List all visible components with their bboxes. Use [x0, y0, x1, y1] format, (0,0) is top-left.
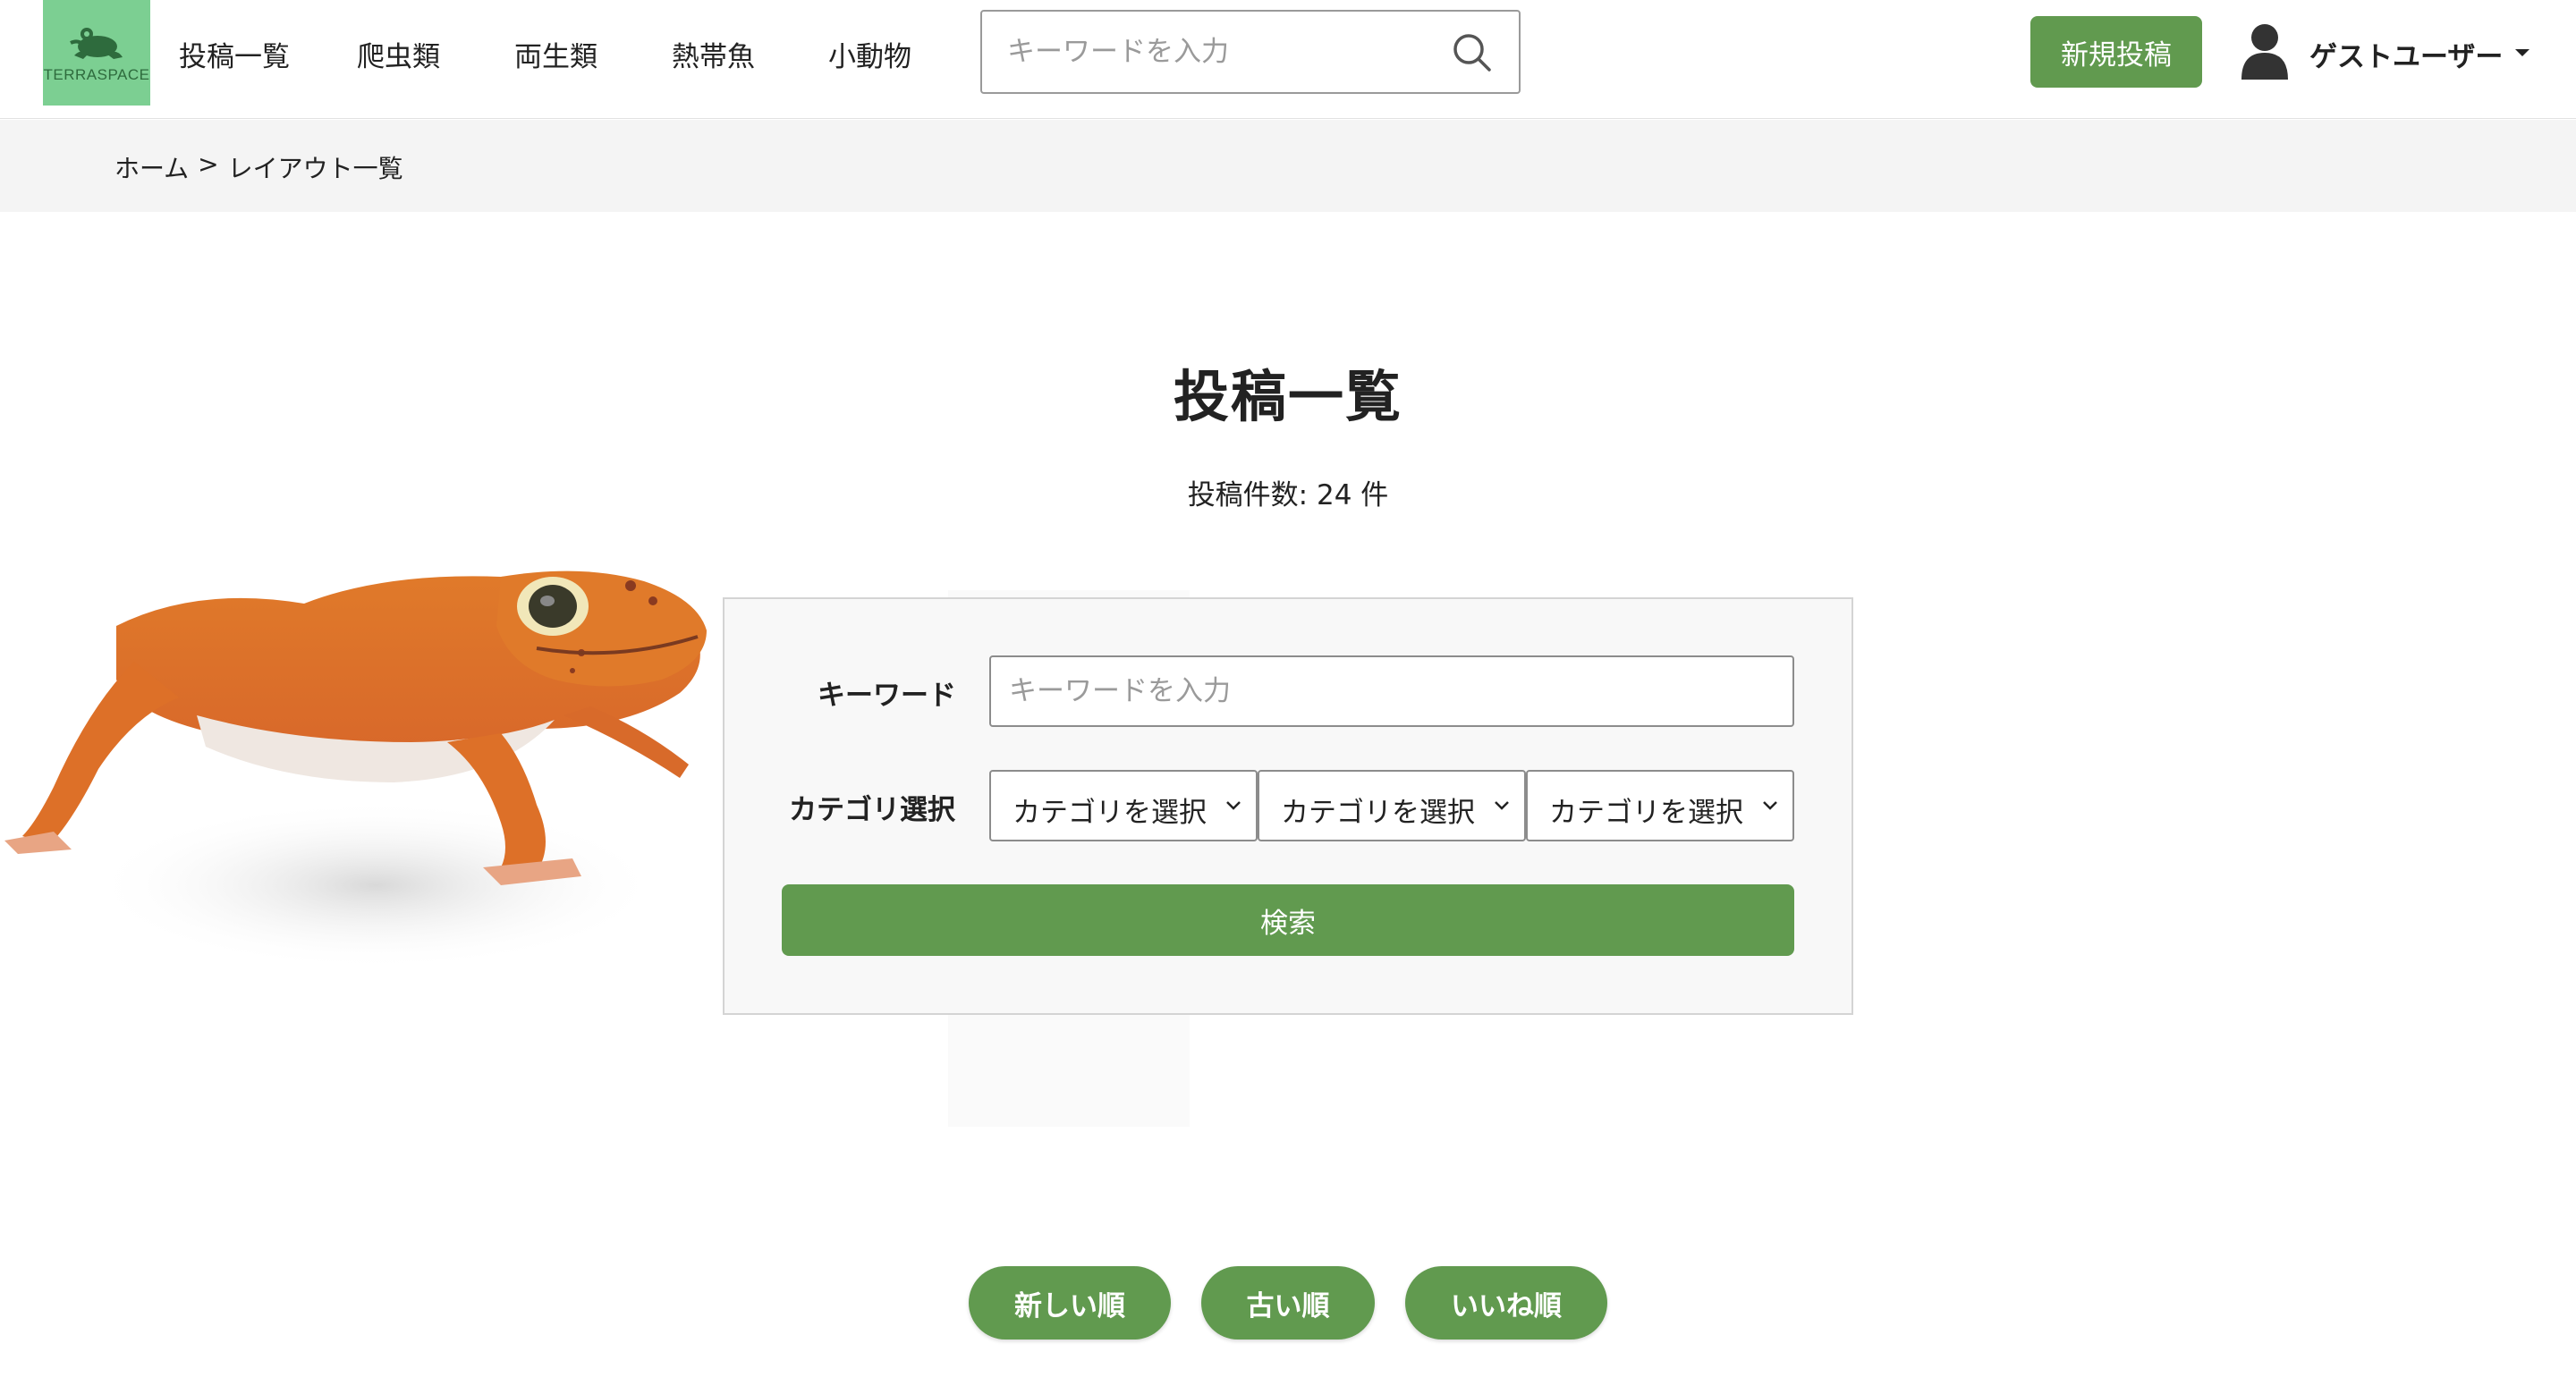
category-select-1-value: カテゴリを選択: [1013, 797, 1207, 829]
chevron-down-icon: [1763, 801, 1777, 810]
logo-text: TERRASPACE: [43, 66, 150, 83]
page-title: 投稿一覧: [1173, 364, 1402, 429]
site-header: TERRASPACE 投稿一覧 爬虫類 両生類 熱帯魚 小動物 新規投稿 ゲスト…: [0, 0, 2576, 119]
nav-item-reptiles[interactable]: 爬虫類: [357, 34, 440, 74]
keyword-label: キーワード: [818, 680, 956, 712]
chevron-down-icon: [1226, 801, 1241, 810]
sort-likes-button[interactable]: いいね順: [1405, 1266, 1607, 1340]
caret-down-icon[interactable]: [2513, 46, 2531, 59]
category-select-3-value: カテゴリを選択: [1549, 797, 1743, 829]
search-submit-button[interactable]: 検索: [782, 884, 1794, 956]
header-search-box: [980, 10, 1521, 94]
search-icon[interactable]: [1452, 32, 1493, 73]
breadcrumb-home-link[interactable]: ホーム: [114, 149, 189, 185]
breadcrumb-current: レイアウト一覧: [227, 154, 403, 183]
nav-item-small-animals[interactable]: 小動物: [828, 34, 911, 74]
page: TERRASPACE 投稿一覧 爬虫類 両生類 熱帯魚 小動物 新規投稿 ゲスト…: [0, 0, 2576, 1386]
user-avatar-icon[interactable]: [2240, 21, 2290, 80]
chevron-down-icon: [1495, 801, 1509, 810]
new-post-button[interactable]: 新規投稿: [2030, 16, 2202, 88]
breadcrumb: ホーム > レイアウト一覧: [114, 149, 403, 185]
frog-icon: [70, 28, 123, 59]
nav-item-posts[interactable]: 投稿一覧: [179, 34, 290, 74]
post-count: 投稿件数: 24 件: [1187, 479, 1389, 511]
category-select-2-value: カテゴリを選択: [1281, 797, 1475, 829]
category-label: カテゴリ選択: [789, 794, 955, 826]
category-select-2[interactable]: カテゴリを選択: [1258, 770, 1526, 841]
nav-item-amphibians[interactable]: 両生類: [514, 34, 597, 74]
nav-item-tropical-fish[interactable]: 熱帯魚: [672, 34, 755, 74]
keyword-input[interactable]: [989, 655, 1794, 727]
sort-oldest-button[interactable]: 古い順: [1201, 1266, 1375, 1340]
category-select-3[interactable]: カテゴリを選択: [1526, 770, 1794, 841]
user-menu-name[interactable]: ゲストユーザー: [2309, 34, 2503, 74]
breadcrumb-bar: ホーム > レイアウト一覧: [0, 120, 2576, 212]
header-search-input[interactable]: [1007, 12, 1436, 92]
category-select-1[interactable]: カテゴリを選択: [989, 770, 1258, 841]
site-logo[interactable]: TERRASPACE: [43, 0, 150, 106]
breadcrumb-separator: >: [198, 149, 219, 179]
sort-newest-button[interactable]: 新しい順: [969, 1266, 1171, 1340]
